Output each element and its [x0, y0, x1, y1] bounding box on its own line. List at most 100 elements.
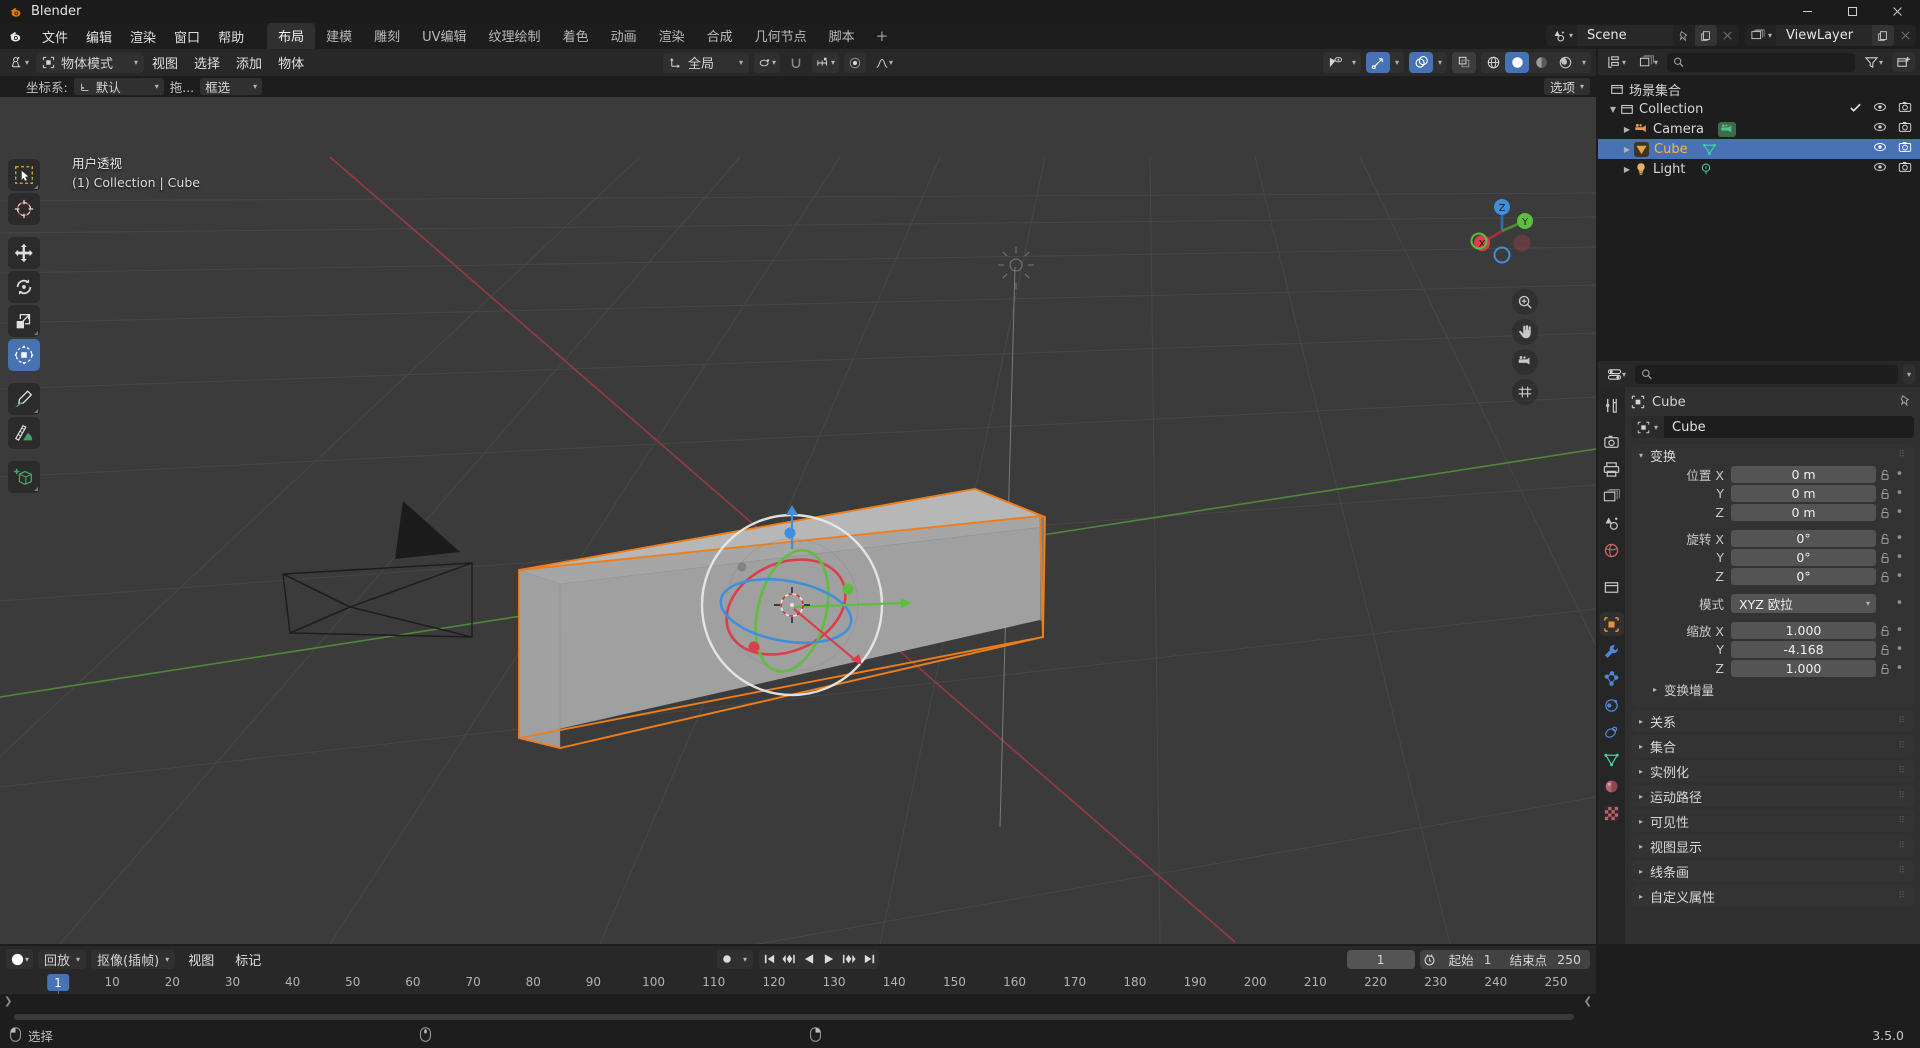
viewlayer-name[interactable]: ViewLayer [1776, 25, 1872, 46]
start-frame-field[interactable]: 起始 1 [1440, 950, 1501, 969]
snap-settings[interactable]: ▾ [812, 52, 840, 73]
animate-property-dot[interactable]: • [1893, 661, 1906, 676]
tab-tool[interactable] [1600, 393, 1624, 417]
outliner-display-icon[interactable]: ▾ [1603, 52, 1631, 72]
location-z-value[interactable]: 0 m [1731, 504, 1876, 521]
expand-triangle-icon[interactable]: ▶ [1620, 125, 1634, 134]
eye-icon[interactable] [1873, 140, 1887, 158]
overlays-icon[interactable] [1409, 52, 1433, 73]
location-y-value[interactable]: 0 m [1731, 485, 1876, 502]
properties-editor-type-icon[interactable]: ▾ [1603, 364, 1631, 384]
new-collection-icon[interactable] [1892, 52, 1915, 72]
camera-icon[interactable] [1512, 349, 1538, 375]
object-id-field[interactable]: ▾ Cube [1631, 416, 1914, 438]
viewport-menu-select[interactable]: 选择 [186, 51, 228, 74]
drag-setting-value[interactable]: 框选 ▾ [200, 78, 263, 95]
keying-popover[interactable]: 抠像(插帧) ▾ [91, 949, 176, 969]
tab-data[interactable] [1600, 747, 1624, 771]
expand-right-icon[interactable]: ❮ [1584, 996, 1592, 1007]
outliner-row-light[interactable]: ▶ Light [1598, 159, 1920, 179]
grid-icon[interactable] [1512, 379, 1538, 405]
scale-y-value[interactable]: -4.168 [1731, 641, 1876, 658]
navigation-gizmo[interactable]: Z Y X [1460, 189, 1544, 273]
line-art-panel-header[interactable]: ▸ 线条画 ⠿ [1631, 860, 1914, 882]
visibility-selector[interactable]: ▾ [1323, 52, 1361, 73]
tab-collection[interactable] [1600, 575, 1624, 599]
lock-icon[interactable] [1876, 469, 1893, 481]
current-frame-field[interactable]: 1 [1346, 949, 1415, 969]
properties-search-field[interactable] [1657, 367, 1892, 381]
animate-property-dot[interactable]: • [1893, 550, 1906, 565]
menu-window[interactable]: 窗口 [165, 24, 209, 49]
playback-popover[interactable]: 回放 ▾ [38, 949, 87, 969]
workspace-tab-sculpting[interactable]: 雕刻 [363, 23, 411, 49]
workspace-tab-modeling[interactable]: 建模 [315, 23, 363, 49]
animate-property-dot[interactable]: • [1893, 531, 1906, 546]
pivot-point-selector[interactable]: ▾ [754, 52, 781, 73]
outliner-filter-scope-icon[interactable]: ▾ [1635, 52, 1663, 72]
play-button[interactable] [819, 950, 839, 969]
tool-measure[interactable] [8, 417, 40, 449]
lock-icon[interactable] [1876, 488, 1893, 500]
scene-name[interactable]: Scene [1576, 25, 1673, 46]
tool-scale[interactable] [8, 305, 40, 337]
timeline-menu-view[interactable]: 视图 [180, 948, 222, 971]
tool-add-cube[interactable] [8, 461, 40, 493]
workspace-tab-layout[interactable]: 布局 [267, 23, 316, 49]
timeline-editor-type-icon[interactable]: ▾ [6, 949, 34, 969]
scene-selector[interactable]: ▾ Scene [1545, 25, 1739, 46]
animate-property-dot[interactable]: • [1893, 569, 1906, 584]
visibility-panel-header[interactable]: ▸ 可见性 ⠿ [1631, 810, 1914, 832]
xray-icon[interactable] [1452, 52, 1476, 73]
viewport-display-panel-header[interactable]: ▸ 视图显示 ⠿ [1631, 835, 1914, 857]
viewport-menu-object[interactable]: 物体 [270, 51, 312, 74]
filter-icon[interactable]: ▾ [1859, 52, 1887, 72]
viewlayer-selector[interactable]: ▾ ViewLayer [1744, 25, 1916, 46]
location-x-value[interactable]: 0 m [1731, 466, 1876, 483]
xray-toggle[interactable] [1452, 52, 1476, 73]
zoom-icon[interactable] [1512, 289, 1538, 315]
pan-icon[interactable] [1512, 319, 1538, 345]
tab-constraint[interactable] [1600, 720, 1624, 744]
light-data-icon[interactable] [1699, 162, 1713, 176]
lock-icon[interactable] [1876, 663, 1893, 675]
animate-property-dot[interactable]: • [1893, 505, 1906, 520]
transform-panel-header[interactable]: ▾ 变换 ⠿ [1631, 444, 1914, 466]
next-keyframe-button[interactable] [839, 950, 859, 969]
tab-material[interactable] [1600, 774, 1624, 798]
animate-property-dot[interactable]: • [1893, 596, 1906, 611]
workspace-tab-texturepaint[interactable]: 纹理绘制 [478, 23, 552, 49]
menu-edit[interactable]: 编辑 [77, 24, 121, 49]
gizmo-toggle-group[interactable]: ▾ [1366, 52, 1404, 73]
tab-physics[interactable] [1600, 693, 1624, 717]
timeline-playhead-badge[interactable]: 1 [47, 974, 69, 991]
camera-render-icon[interactable] [1898, 120, 1912, 138]
object-name-value[interactable]: Cube [1664, 420, 1914, 435]
expand-triangle-icon[interactable]: ▶ [1620, 165, 1634, 174]
line-art-panel[interactable]: ▸ 线条画 ⠿ [1631, 860, 1914, 882]
collections-panel[interactable]: ▸ 集合 ⠿ [1631, 735, 1914, 757]
remove-viewlayer-icon[interactable] [1894, 25, 1916, 46]
timeline-ruler[interactable]: 1 10 20 30 40 50 60 70 80 90 100 110 120 130 140 150 160… [0, 972, 1596, 1023]
mesh-data-icon[interactable] [1702, 142, 1717, 156]
properties-options-icon[interactable]: ▾ [1902, 364, 1915, 384]
material-shading-icon[interactable] [1529, 52, 1553, 73]
maximize-button[interactable] [1830, 0, 1875, 23]
shading-mode-group[interactable]: ▾ [1481, 52, 1591, 73]
jump-to-start-button[interactable] [759, 950, 779, 969]
jump-to-end-button[interactable] [859, 950, 879, 969]
editor-type-icon[interactable]: ▾ [6, 52, 34, 73]
tool-transform[interactable] [8, 339, 40, 371]
outliner-row-camera[interactable]: ▶ Camera [1598, 119, 1920, 139]
viewport-menu-add[interactable]: 添加 [228, 51, 270, 74]
tab-viewlayer[interactable] [1600, 484, 1624, 508]
workspace-tab-rendering[interactable]: 渲染 [648, 23, 696, 49]
minimize-button[interactable] [1785, 0, 1830, 23]
workspace-tab-animation[interactable]: 动画 [600, 23, 648, 49]
lock-icon[interactable] [1876, 644, 1893, 656]
outliner-search-input[interactable] [1667, 52, 1855, 72]
viewport-canvas[interactable]: 用户透视 (1) Collection | Cube Z Y X [0, 97, 1596, 944]
expand-triangle-icon[interactable]: ▼ [1606, 105, 1620, 114]
instancing-panel[interactable]: ▸ 实例化 ⠿ [1631, 760, 1914, 782]
pin-scene-icon[interactable] [1673, 25, 1695, 46]
